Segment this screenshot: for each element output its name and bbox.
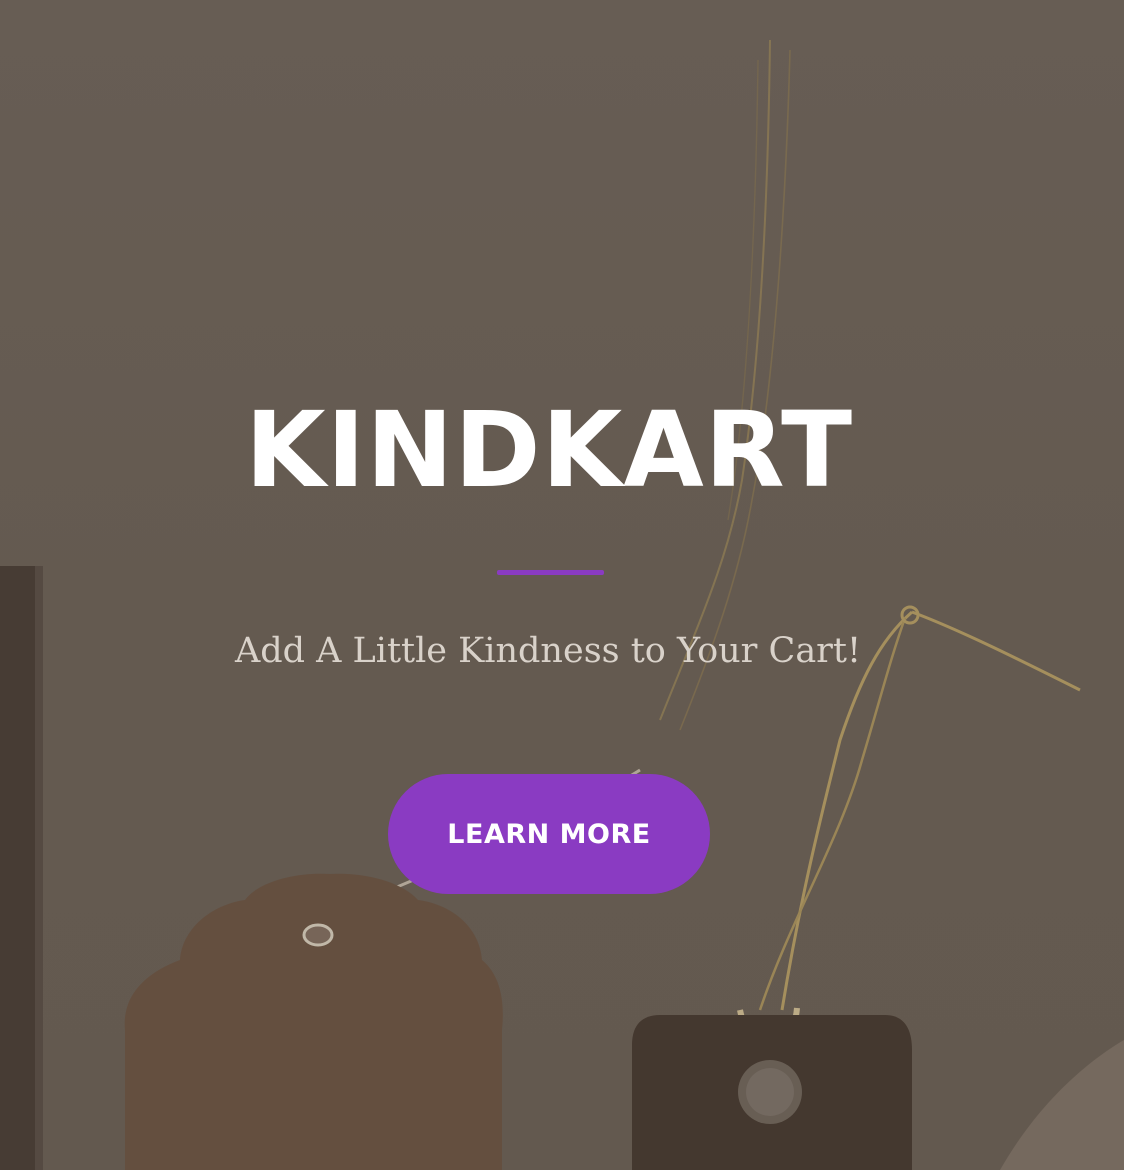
hero-section: KINDKART Add A Little Kindness to Your C… bbox=[0, 0, 1124, 1170]
title-divider bbox=[497, 570, 604, 575]
hero-content: KINDKART Add A Little Kindness to Your C… bbox=[0, 0, 1124, 1170]
hero-tagline: Add A Little Kindness to Your Cart! bbox=[234, 631, 862, 671]
learn-more-button[interactable]: LEARN MORE bbox=[388, 774, 710, 894]
brand-title: KINDKART bbox=[244, 389, 854, 511]
